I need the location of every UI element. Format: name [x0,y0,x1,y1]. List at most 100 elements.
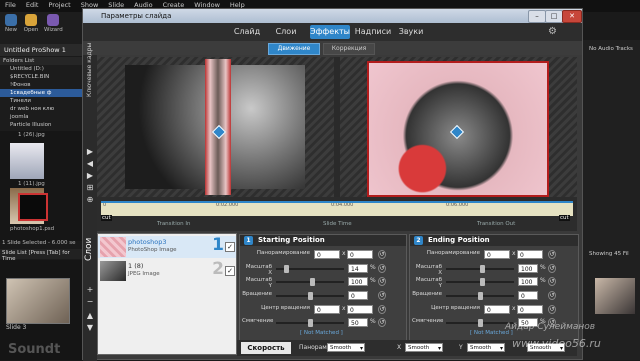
gear-icon[interactable]: ⚙ [548,26,557,37]
keyframe-timeline[interactable]: 0 0:02.000 0:04.000 0:06.000 cut cut Tra… [97,197,577,231]
layer-visible-checkbox[interactable]: ✓ [225,242,235,252]
subtab-adjustments[interactable]: Коррекция [323,43,375,55]
start-smoothing-input[interactable]: 50 [348,318,368,327]
reset-icon[interactable]: ↺ [378,305,386,314]
rotate-slider[interactable] [276,292,344,300]
smoothing-slider[interactable] [276,319,344,327]
tab-effects[interactable]: Эффекты [310,25,350,39]
end-preview[interactable] [340,57,577,197]
layer-number: 2 [212,259,224,279]
move-down-icon[interactable]: ▼ [85,323,95,332]
wizard-button[interactable]: Wizard [44,14,63,33]
folder-tree[interactable]: Untitled (D:) $RECYCLE.BIN !Фонов 1сваде… [0,65,82,131]
x-speed-select[interactable]: Smooth [405,343,443,353]
layer-row[interactable]: photoshop3 PhotoShop Image 1 ✓ [98,235,236,258]
start-pan-y-input[interactable]: 0 [347,250,373,259]
move-up-icon[interactable]: ▲ [85,311,95,320]
rotate-slider[interactable] [446,292,514,300]
pan-speed-select[interactable]: Smooth [327,343,365,353]
remove-layer-icon[interactable]: − [85,297,95,306]
end-scale-y-input[interactable]: 100 [518,277,538,286]
slide-thumbnail[interactable] [6,278,70,324]
layer-row[interactable]: 1 (8) JPEG Image 2 ✓ [98,259,236,282]
reset-icon[interactable]: ↺ [548,277,556,286]
reset-icon[interactable]: ↺ [378,291,386,300]
timeline-track[interactable]: 0 0:02.000 0:04.000 0:06.000 [101,202,573,216]
reset-icon[interactable]: ↺ [548,291,556,300]
slider-knob[interactable] [308,319,313,327]
scale-y-slider[interactable] [446,278,514,286]
next-icon[interactable]: ▶ [85,171,95,180]
slider-knob[interactable] [310,278,315,286]
reset-icon[interactable]: ↺ [378,250,386,259]
reset-icon[interactable]: ↺ [548,250,556,259]
open-button[interactable]: Open [22,14,40,33]
reset-icon[interactable]: ↺ [548,264,556,273]
rotate-row: Вращение 0 ↺ [240,291,406,301]
slider-knob[interactable] [480,265,485,273]
slider-knob[interactable] [480,278,485,286]
menu-project[interactable]: Project [43,0,75,10]
slider-knob[interactable] [308,292,313,300]
file-thumbnail[interactable] [18,193,48,221]
start-pan-x-input[interactable]: 0 [314,250,340,259]
layer-type: JPEG Image [128,271,160,277]
file-thumbnail[interactable] [10,143,44,179]
not-matched-label: [ Not Matched ] [300,330,343,336]
reset-icon[interactable]: ↺ [548,305,556,314]
right-thumbnail[interactable] [595,278,635,314]
folder-item[interactable]: Untitled (D:) [0,65,82,73]
scale-y-slider[interactable] [276,278,344,286]
tab-slide[interactable]: Слайд [229,25,265,39]
end-center-y-input[interactable]: 0 [517,305,543,314]
slider-knob[interactable] [478,319,483,327]
tab-layers[interactable]: Слои [270,25,302,39]
reset-icon[interactable]: ↺ [378,318,386,327]
scale-y-label: Масштаб Y [415,277,442,289]
folder-item[interactable]: $RECYCLE.BIN [0,73,82,81]
maximize-button[interactable]: □ [545,10,563,23]
dialog-tabs: Слайд Слои Эффекты Надписи Звуки ⚙ [83,23,582,41]
start-center-y-input[interactable]: 0 [347,305,373,314]
zoom-icon[interactable]: ⊕ [85,195,95,204]
menu-edit[interactable]: Edit [21,0,44,10]
tab-sounds[interactable]: Звуки [396,25,426,39]
tab-captions[interactable]: Надписи [353,25,393,39]
slider-knob[interactable] [478,292,483,300]
speed-label: Скорость [241,342,291,354]
grid-icon[interactable]: ⊞ [85,183,95,192]
end-pan-y-input[interactable]: 0 [517,250,543,259]
start-center-x-input[interactable]: 0 [314,305,340,314]
end-scale-x-input[interactable]: 100 [518,264,538,273]
new-button[interactable]: New [2,14,20,33]
subtab-motion[interactable]: Движение [268,43,320,55]
folder-item[interactable]: dr web ноя клю [0,105,82,113]
end-center-x-input[interactable]: 0 [484,305,510,314]
add-layer-icon[interactable]: + [85,285,95,294]
end-pan-x-input[interactable]: 0 [484,250,510,259]
reset-icon[interactable]: ↺ [378,277,386,286]
slider-knob[interactable] [284,265,289,273]
previous-icon[interactable]: ◀ [85,159,95,168]
scale-x-slider[interactable] [276,265,344,273]
folder-item-selected[interactable]: 1свадебные ф [0,89,82,97]
start-scale-y-input[interactable]: 100 [348,277,368,286]
play-icon[interactable]: ▶ [85,147,95,156]
end-rotate-input[interactable]: 0 [518,291,538,300]
folder-item[interactable]: Тинели [0,97,82,105]
menu-file[interactable]: File [0,0,21,10]
folder-item[interactable]: !Фонов [0,81,82,89]
start-rotate-input[interactable]: 0 [348,291,368,300]
folder-item[interactable]: joomla [0,113,82,121]
smoothing-slider[interactable] [446,319,514,327]
y-speed-select[interactable]: Smooth [467,343,505,353]
layer-number: 1 [212,235,224,255]
layer-visible-checkbox[interactable]: ✓ [225,266,235,276]
start-preview[interactable] [97,57,334,197]
scale-x-slider[interactable] [446,265,514,273]
folder-item[interactable]: Particle Illusion [0,121,82,129]
close-button[interactable]: ✕ [562,10,582,23]
start-scale-x-input[interactable]: 14 [348,264,368,273]
minimize-button[interactable]: – [528,10,546,23]
reset-icon[interactable]: ↺ [378,264,386,273]
